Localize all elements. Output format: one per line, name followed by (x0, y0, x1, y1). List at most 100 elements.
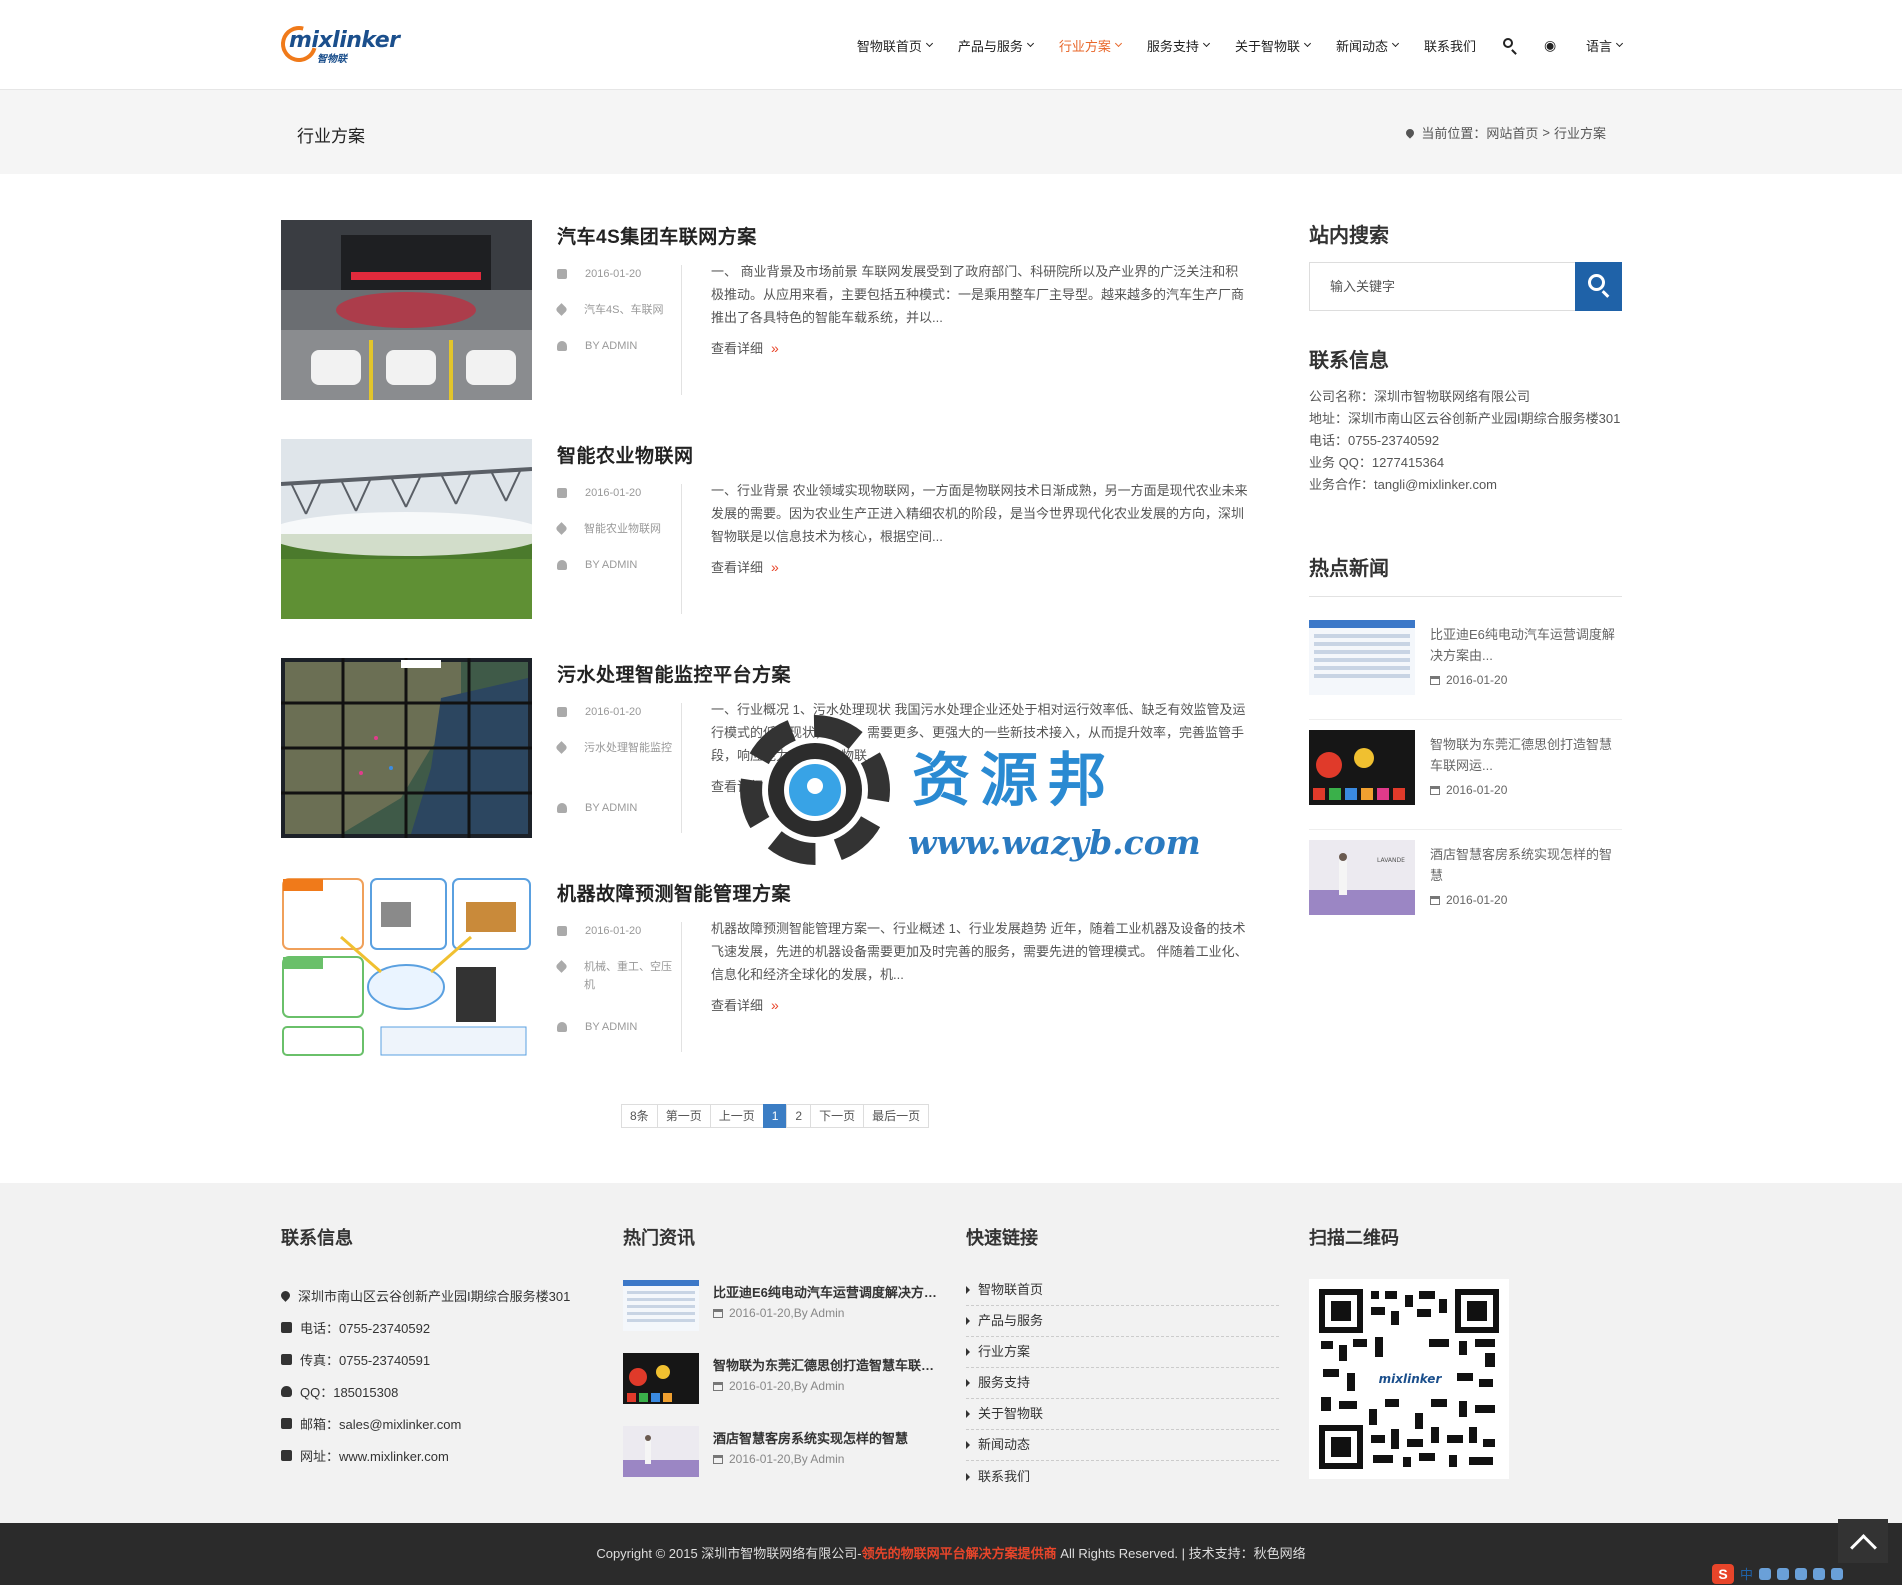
site-logo[interactable]: mixlinker 智物联 (274, 19, 400, 69)
article-title[interactable]: 汽车4S集团车联网方案 (557, 222, 757, 249)
footer-website[interactable]: 网址：www.mixlinker.com (300, 1446, 449, 1465)
footer-qr-heading: 扫描二维码 (1309, 1228, 1399, 1248)
hot-news-item[interactable]: LAVANDE 酒店智慧客房系统实现怎样的智慧 2016-01-20 (1309, 840, 1622, 940)
sidebar-search-button[interactable] (1575, 262, 1622, 311)
punctuation-icon[interactable] (1759, 1567, 1772, 1580)
article-title[interactable]: 机器故障预测智能管理方案 (557, 879, 791, 906)
nav-item-about[interactable]: 关于智物联 (1235, 36, 1311, 55)
pagination-page-1[interactable]: 1 (762, 1104, 788, 1128)
calendar-icon (713, 1308, 723, 1318)
hot-news-title[interactable]: 比亚迪E6纯电动汽车运营调度解决方案由... (1430, 624, 1622, 666)
nav-item-news[interactable]: 新闻动态 (1336, 36, 1400, 55)
user-icon (557, 1022, 567, 1032)
nav-item-contact[interactable]: 联系我们 (1424, 36, 1476, 55)
article-tags[interactable]: 污水处理智能监控 (584, 739, 672, 757)
pagination-prev[interactable]: 上一页 (709, 1104, 764, 1128)
ime-mode-label[interactable]: 中 (1740, 1564, 1753, 1583)
calendar-icon (1430, 785, 1440, 795)
microphone-icon[interactable] (1795, 1567, 1808, 1580)
footer-news-title[interactable]: 比亚迪E6纯电动汽车运营调度解决方案由 (713, 1282, 943, 1301)
nav-item-products[interactable]: 产品与服务 (958, 36, 1034, 55)
hot-news-title[interactable]: 酒店智慧客房系统实现怎样的智慧 (1430, 844, 1622, 886)
read-more-link[interactable]: 查看详细» (711, 995, 779, 1014)
footer-news-item[interactable]: 比亚迪E6纯电动汽车运营调度解决方案由 2016-01-20,By Admin (623, 1280, 943, 1335)
breadcrumb-home-link[interactable]: 网站首页 (1486, 123, 1538, 142)
double-chevron-right-icon: » (771, 997, 779, 1013)
article-date: 2016-01-20 (585, 925, 642, 937)
article-thumbnail[interactable] (281, 220, 532, 400)
hot-news-item[interactable]: 智物联为东莞汇德思创打造智慧车联网运... 2016-01-20 (1309, 730, 1622, 830)
user-icon (557, 341, 567, 351)
footer-news-thumbnail[interactable] (623, 1280, 699, 1331)
article-title[interactable]: 污水处理智能监控平台方案 (557, 660, 791, 687)
hot-news-item[interactable]: 比亚迪E6纯电动汽车运营调度解决方案由... 2016-01-20 (1309, 620, 1622, 720)
ime-toolbar[interactable]: S 中 (1712, 1562, 1902, 1585)
site-header: mixlinker 智物联 智物联首页 产品与服务 行业方案 服务支持 关于智物… (0, 0, 1902, 90)
contact-qq: 业务 QQ：1277415364 (1309, 455, 1445, 470)
tech-support-link[interactable]: 秋色网络 (1254, 1546, 1306, 1561)
hot-news-thumbnail[interactable] (1309, 620, 1415, 695)
calendar-icon (1430, 895, 1440, 905)
article-meta: 2016-01-20 汽车4S、车联网 BY ADMIN (555, 265, 682, 395)
contact-address: 地址：深圳市南山区云谷创新产业园I期综合服务楼301 (1309, 411, 1621, 426)
contact-email[interactable]: 业务合作：tangli@mixlinker.com (1309, 474, 1622, 496)
article-title[interactable]: 智能农业物联网 (557, 441, 694, 468)
footer-email[interactable]: 邮箱：sales@mixlinker.com (300, 1414, 461, 1433)
watermark-title: 资源邦 (912, 746, 1117, 814)
article-tags[interactable]: 机械、重工、空压机 (584, 958, 677, 994)
language-menu[interactable]: 语言 (1586, 36, 1624, 55)
article-meta: 2016-01-20 机械、重工、空压机 BY ADMIN (555, 922, 682, 1052)
read-more-link[interactable]: 查看详细» (711, 338, 779, 357)
nav-item-solutions[interactable]: 行业方案 (1059, 36, 1122, 55)
pagination-last[interactable]: 最后一页 (863, 1104, 930, 1128)
location-pin-icon (279, 1288, 292, 1302)
pagination-next[interactable]: 下一页 (810, 1104, 865, 1128)
footer-news-thumbnail[interactable] (623, 1353, 699, 1404)
qr-logo-label: mixlinker (1379, 1372, 1443, 1386)
user-icon (557, 803, 567, 813)
pagination: 8条 第一页 上一页 1 2 下一页 最后一页 (621, 1104, 930, 1128)
chevron-down-icon (1026, 39, 1034, 48)
hot-news-thumbnail[interactable]: LAVANDE (1309, 840, 1415, 915)
caret-right-icon (966, 1317, 970, 1325)
article-thumbnail[interactable] (281, 658, 532, 838)
nav-item-support[interactable]: 服务支持 (1147, 36, 1210, 55)
caret-right-icon (966, 1472, 970, 1481)
footer-news-item[interactable]: 酒店智慧客房系统实现怎样的智慧 2016-01-20,By Admin (623, 1426, 943, 1481)
skin-icon[interactable] (1831, 1567, 1844, 1580)
hot-news-thumbnail[interactable] (1309, 730, 1415, 805)
pagination-first[interactable]: 第一页 (656, 1104, 711, 1128)
article-thumbnail[interactable] (281, 439, 532, 619)
keyboard-icon[interactable] (1813, 1567, 1826, 1580)
sidebar-search-heading: 站内搜索 (1309, 225, 1389, 247)
footer-link-support[interactable]: 服务支持 (966, 1368, 1279, 1399)
weibo-icon[interactable]: ◉ (1544, 37, 1560, 53)
footer-links-heading: 快速链接 (966, 1228, 1038, 1248)
footer-news-thumbnail[interactable] (623, 1426, 699, 1477)
footer-link-contact[interactable]: 联系我们 (966, 1461, 1279, 1492)
search-icon[interactable] (1502, 37, 1518, 53)
footer-news-title[interactable]: 酒店智慧客房系统实现怎样的智慧 (713, 1428, 943, 1447)
pagination-page-2[interactable]: 2 (786, 1104, 812, 1128)
emoji-icon[interactable] (1777, 1567, 1790, 1580)
copyright-text: Copyright © 2015 深圳市智物联网络有限公司- (596, 1546, 862, 1561)
article-tags[interactable]: 汽车4S、车联网 (584, 301, 663, 319)
footer-news-title[interactable]: 智物联为东莞汇德思创打造智慧车联网运营 (713, 1355, 943, 1374)
footer-news-item[interactable]: 智物联为东莞汇德思创打造智慧车联网运营 2016-01-20,By Admin (623, 1353, 943, 1408)
footer-link-news[interactable]: 新闻动态 (966, 1430, 1279, 1461)
article-thumbnail[interactable] (281, 877, 532, 1057)
footer-link-solutions[interactable]: 行业方案 (966, 1337, 1279, 1368)
footer-link-products[interactable]: 产品与服务 (966, 1306, 1279, 1337)
back-to-top-button[interactable] (1838, 1519, 1888, 1563)
article-tags[interactable]: 智能农业物联网 (584, 520, 661, 538)
nav-item-home[interactable]: 智物联首页 (857, 36, 933, 55)
read-more-link[interactable]: 查看详细» (711, 557, 779, 576)
footer-link-about[interactable]: 关于智物联 (966, 1399, 1279, 1430)
hot-news-title[interactable]: 智物联为东莞汇德思创打造智慧车联网运... (1430, 734, 1622, 776)
calendar-icon (557, 926, 567, 936)
article-date: 2016-01-20 (585, 706, 642, 718)
caret-right-icon (966, 1348, 970, 1356)
sogou-ime-icon[interactable]: S (1712, 1563, 1734, 1584)
footer-link-home[interactable]: 智物联首页 (966, 1275, 1279, 1306)
footer-news-meta: 2016-01-20,By Admin (729, 1452, 845, 1466)
